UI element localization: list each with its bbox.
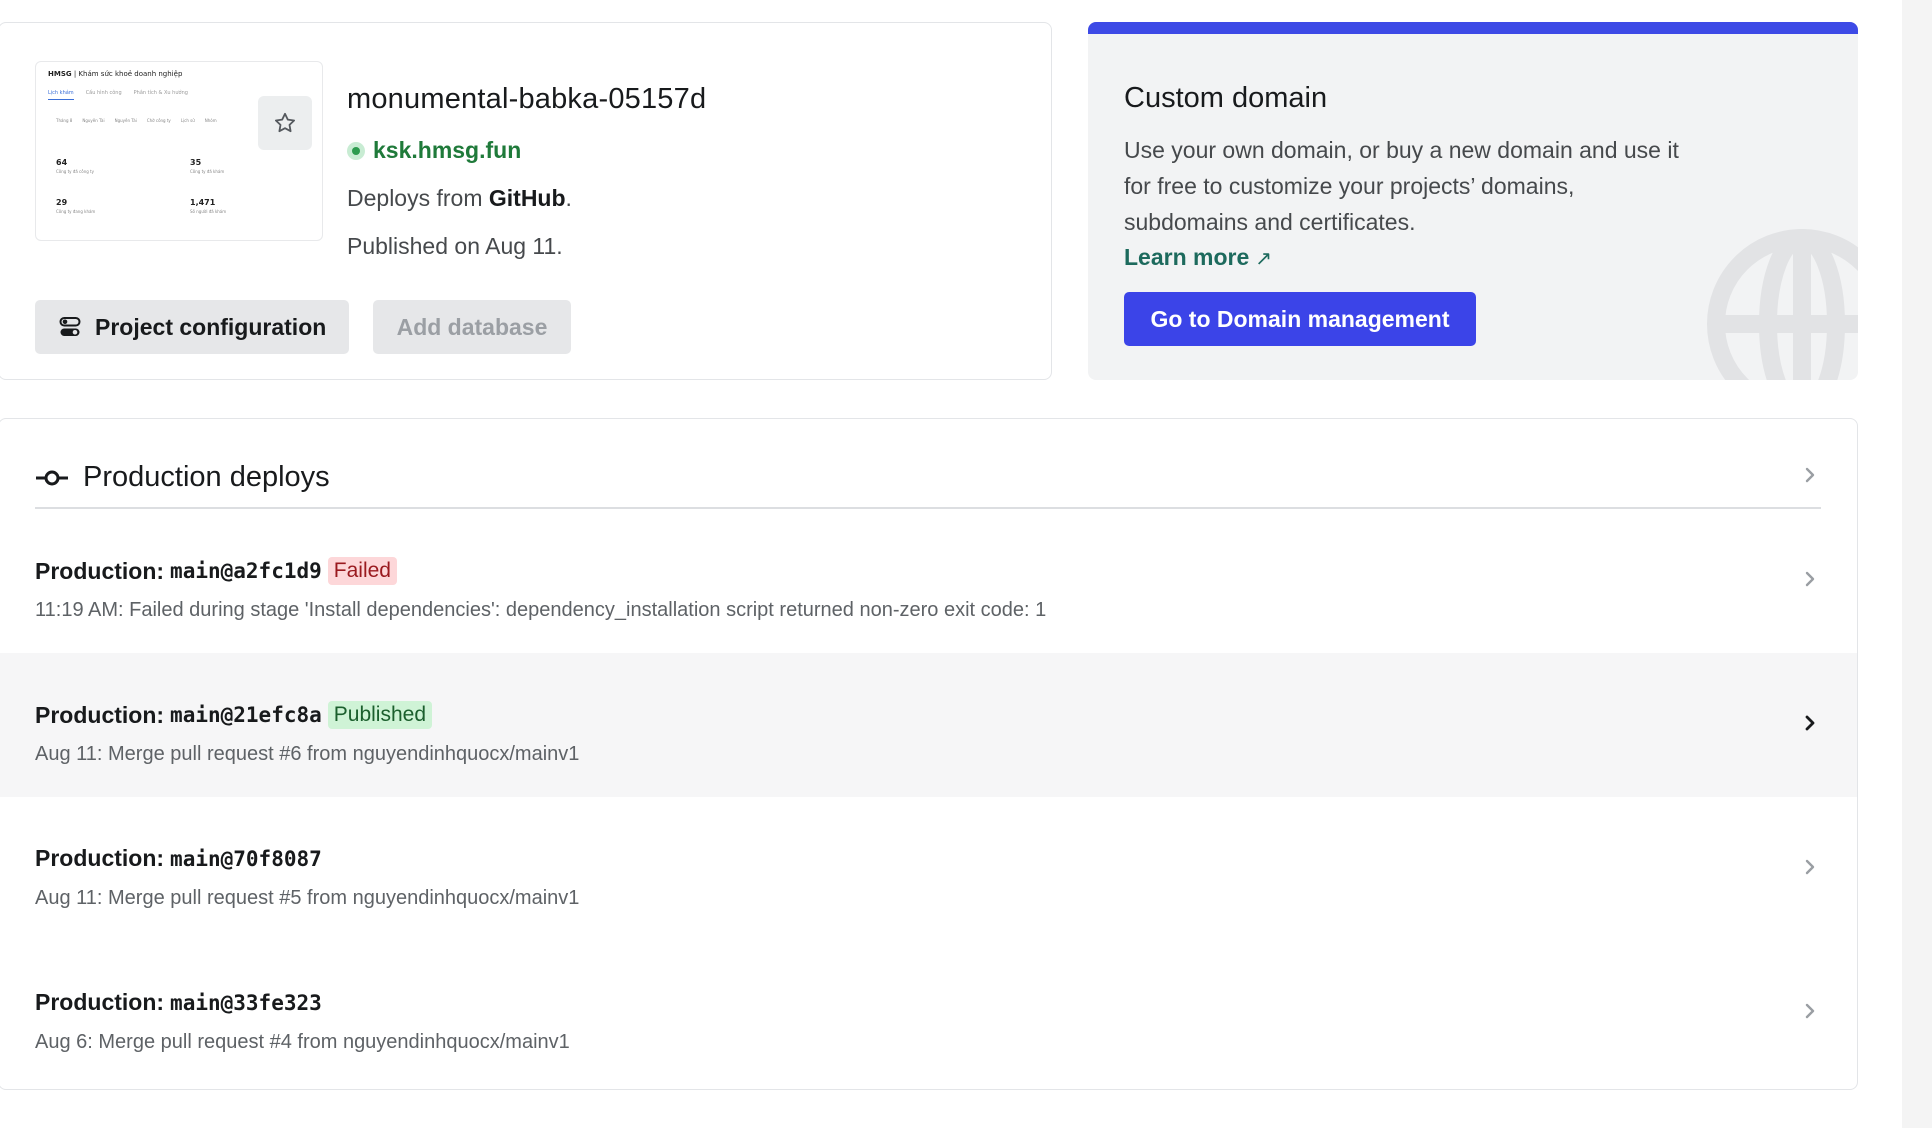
commit-ref: main@33fe323	[170, 990, 322, 1015]
chevron-right-icon[interactable]	[1803, 465, 1817, 490]
deploy-message: Aug 11: Merge pull request #5 from nguye…	[35, 887, 580, 909]
site-name: monumental-babka-05157d	[347, 83, 707, 115]
thumbnail-stat: 1,471 Số người đã khám	[190, 198, 227, 214]
custom-domain-title: Custom domain	[1124, 82, 1328, 114]
globe-icon	[1702, 224, 1858, 380]
deploy-row[interactable]: Production: main@21efc8a Published Aug 1…	[0, 653, 1857, 797]
commit-ref: main@70f8087	[170, 846, 322, 871]
custom-domain-card: Custom domain Use your own domain, or bu…	[1088, 22, 1858, 380]
deploy-row[interactable]: Production: main@70f8087 Aug 11: Merge p…	[0, 797, 1857, 941]
learn-more-link[interactable]: Learn more ↗	[1124, 244, 1272, 271]
production-deploys-title: Production deploys	[83, 461, 330, 493]
deploy-source-name: GitHub	[488, 185, 566, 211]
toggles-icon	[59, 316, 81, 338]
deploy-message: 11:19 AM: Failed during stage 'Install d…	[35, 599, 1047, 621]
thumbnail-tabs: Lịch khám Cấu hình công Phân tích & Xu hướ…	[48, 90, 200, 100]
deploy-message: Aug 11: Merge pull request #6 from nguye…	[35, 743, 580, 765]
deploy-source-text: Deploys from GitHub.	[347, 185, 572, 211]
thumbnail-stat: 64 Công ty đã công ty	[56, 158, 94, 174]
external-link-icon: ↗	[1255, 248, 1273, 270]
deploy-title: Production: main@a2fc1d9 Failed	[35, 557, 397, 585]
chevron-right-icon	[1803, 1001, 1817, 1026]
live-status-icon	[347, 141, 365, 160]
deploy-title: Production: main@21efc8a Published	[35, 701, 432, 729]
star-icon	[273, 111, 297, 135]
deploy-row[interactable]: Production: main@33fe323 Aug 6: Merge pu…	[0, 941, 1857, 1085]
site-url-row: ksk.hmsg.fun	[347, 137, 521, 164]
deploy-message: Aug 6: Merge pull request #4 from nguyen…	[35, 1031, 570, 1053]
site-overview-card: HMSG | Khám sức khoẻ doanh nghiệp Lịch k…	[0, 22, 1052, 380]
deploy-row[interactable]: Production: main@a2fc1d9 Failed 11:19 AM…	[0, 509, 1857, 653]
chevron-right-icon	[1803, 713, 1817, 738]
chevron-right-icon	[1803, 857, 1817, 882]
project-configuration-label: Project configuration	[95, 313, 327, 340]
commit-ref: main@21efc8a	[170, 703, 322, 727]
add-database-button[interactable]: Add database	[373, 300, 571, 354]
chevron-right-icon	[1803, 569, 1817, 594]
site-url-link[interactable]: ksk.hmsg.fun	[373, 137, 521, 164]
deploy-title: Production: main@33fe323	[35, 989, 322, 1015]
production-deploys-header[interactable]: Production deploys	[35, 461, 330, 494]
commit-ref: main@a2fc1d9	[170, 559, 322, 583]
accent-bar	[1088, 22, 1858, 34]
published-date: Published on Aug 11.	[347, 233, 563, 259]
thumbnail-filter-row: Tháng 8 Nguyên Tài Nguyên Tài Chờ công ty Lị…	[56, 118, 217, 123]
favorite-button[interactable]	[258, 96, 312, 150]
project-configuration-button[interactable]: Project configuration	[35, 300, 349, 354]
status-badge: Published	[327, 701, 432, 729]
status-badge: Failed	[327, 557, 397, 585]
production-deploys-card: Production deploys Production: main@a2fc…	[0, 418, 1858, 1090]
thumbnail-stat: 29 Công ty đang khám	[56, 198, 96, 214]
thumbnail-stat: 35 Công ty đã khám	[190, 158, 225, 174]
thumbnail-title: HMSG | Khám sức khoẻ doanh nghiệp	[48, 70, 183, 78]
commit-icon	[35, 468, 69, 488]
domain-management-button[interactable]: Go to Domain management	[1124, 292, 1476, 346]
deploy-title: Production: main@70f8087	[35, 845, 322, 871]
page-scrollbar[interactable]	[1902, 0, 1932, 1128]
site-thumbnail[interactable]: HMSG | Khám sức khoẻ doanh nghiệp Lịch k…	[35, 61, 323, 241]
custom-domain-description: Use your own domain, or buy a new domain…	[1124, 137, 1679, 235]
